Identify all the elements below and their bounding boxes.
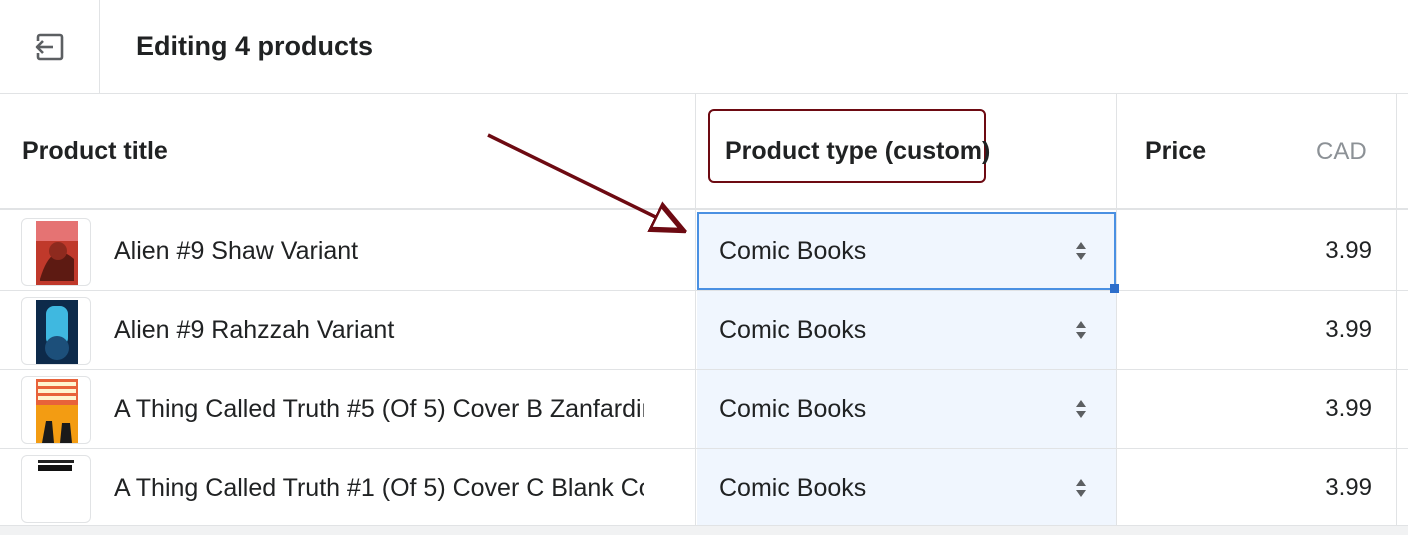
- product-thumbnail: [21, 455, 91, 523]
- product-type-cell[interactable]: Comic Books: [719, 393, 866, 425]
- bulk-editor-grid: Product title Product type (custom) Pric…: [0, 94, 1408, 535]
- table-row: A Thing Called Truth #5 (Of 5) Cover B Z…: [0, 370, 1408, 449]
- product-thumbnail: [21, 297, 91, 365]
- table-row: A Thing Called Truth #1 (Of 5) Cover C B…: [0, 449, 1408, 528]
- currency-label: CAD: [1316, 138, 1367, 165]
- fill-handle[interactable]: [1110, 284, 1119, 293]
- exit-left-icon: [34, 33, 63, 60]
- column-header-product-title: Product title: [22, 137, 168, 165]
- product-type-cell[interactable]: Comic Books: [719, 472, 866, 504]
- product-type-cell[interactable]: Comic Books: [719, 314, 866, 346]
- column-divider[interactable]: [695, 94, 696, 525]
- back-button[interactable]: [0, 0, 100, 93]
- select-arrows-icon[interactable]: [1074, 319, 1088, 341]
- product-thumbnail: [21, 376, 91, 444]
- header-row: Product title Product type (custom) Pric…: [0, 94, 1408, 210]
- horizontal-scrollbar[interactable]: [0, 525, 1408, 535]
- column-header-price: Price: [1145, 137, 1207, 165]
- price-cell[interactable]: 3.99: [1325, 393, 1372, 425]
- select-arrows-icon[interactable]: [1074, 477, 1088, 499]
- column-divider[interactable]: [1396, 94, 1397, 525]
- top-bar: Editing 4 products: [0, 0, 1408, 94]
- column-divider[interactable]: [1116, 94, 1117, 525]
- product-title-cell[interactable]: A Thing Called Truth #1 (Of 5) Cover C B…: [114, 472, 644, 504]
- page-title: Editing 4 products: [136, 31, 374, 61]
- product-title-cell[interactable]: Alien #9 Rahzzah Variant: [114, 314, 644, 346]
- price-cell[interactable]: 3.99: [1325, 235, 1372, 267]
- product-title-cell[interactable]: Alien #9 Shaw Variant: [114, 235, 644, 267]
- column-header-product-type: Product type (custom): [725, 137, 991, 165]
- table-row: Alien #9 Rahzzah Variant Comic Books 3.9…: [0, 291, 1408, 370]
- price-cell[interactable]: 3.99: [1325, 472, 1372, 504]
- price-cell[interactable]: 3.99: [1325, 314, 1372, 346]
- product-title-cell[interactable]: A Thing Called Truth #5 (Of 5) Cover B Z…: [114, 393, 644, 425]
- selected-cell-outline: [697, 212, 1116, 290]
- product-thumbnail: [21, 218, 91, 286]
- select-arrows-icon[interactable]: [1074, 398, 1088, 420]
